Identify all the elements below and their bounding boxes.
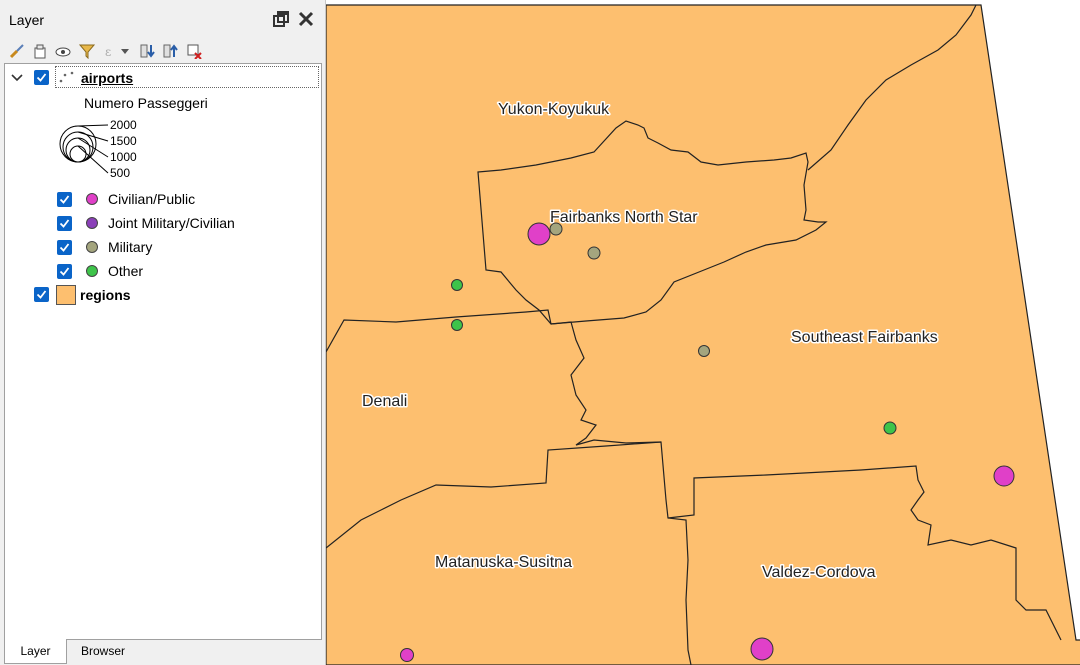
region-label-fairbanks: Fairbanks North Star: [550, 209, 698, 226]
size-legend-value: 500: [110, 166, 131, 180]
airport-point[interactable]: [451, 319, 463, 331]
category-row-military[interactable]: Military: [57, 235, 317, 259]
expression-filter-icon[interactable]: ε: [101, 40, 121, 62]
region-label-denali: Denali: [362, 393, 407, 410]
category-label: Civilian/Public: [108, 191, 196, 207]
map-canvas[interactable]: Yukon-Koyukuk Fairbanks North Star South…: [325, 0, 1080, 665]
layer-toolbar: ε: [5, 40, 323, 62]
category-label: Other: [108, 263, 144, 279]
panel-titlebar: Layer: [0, 0, 325, 38]
military-dot-icon: [86, 241, 98, 253]
panel-title: Layer: [9, 12, 45, 28]
airport-point[interactable]: [451, 279, 463, 291]
layer-panel: Layer ε airports Numero Passeggeri 2000 …: [0, 0, 325, 665]
tab-browser[interactable]: Browser: [68, 639, 138, 663]
expand-all-icon[interactable]: [138, 40, 158, 62]
other-dot-icon: [86, 265, 98, 277]
airport-point[interactable]: [698, 345, 710, 357]
region-label-yukon: Yukon-Koyukuk: [498, 101, 610, 118]
chevron-down-icon[interactable]: [10, 71, 24, 88]
airport-point[interactable]: [400, 648, 414, 662]
size-legend-value: 1000: [110, 150, 137, 164]
layer-tree: airports Numero Passeggeri 2000 1500 100…: [4, 63, 322, 640]
airport-point[interactable]: [993, 465, 1015, 487]
region-label-valdez: Valdez-Cordova: [762, 564, 876, 581]
airport-point[interactable]: [527, 222, 551, 246]
svg-text:ε: ε: [105, 45, 111, 59]
civilian-dot-icon: [86, 193, 98, 205]
add-group-icon[interactable]: [30, 40, 50, 62]
region-label-southeast: Southeast Fairbanks: [791, 329, 938, 346]
airport-point[interactable]: [883, 421, 897, 435]
tab-layer[interactable]: Layer: [4, 639, 67, 664]
layer-row-regions[interactable]: regions: [5, 283, 319, 307]
size-legend-value: 1500: [110, 134, 137, 148]
style-brush-icon[interactable]: [7, 40, 27, 62]
dropdown-arrow-icon[interactable]: [119, 40, 131, 62]
close-icon[interactable]: [296, 9, 316, 29]
category-label: Joint Military/Civilian: [108, 215, 235, 231]
size-legend-value: 2000: [110, 118, 137, 132]
category-row-other[interactable]: Other: [57, 259, 317, 283]
float-panel-icon[interactable]: [271, 9, 291, 29]
category-checkbox[interactable]: [57, 263, 72, 279]
airport-point[interactable]: [587, 246, 601, 260]
category-checkbox[interactable]: [57, 215, 72, 231]
joint-dot-icon: [86, 217, 98, 229]
selection-focus: [55, 66, 319, 88]
category-label: Military: [108, 239, 153, 255]
category-row-joint[interactable]: Joint Military/Civilian: [57, 211, 317, 235]
remove-layer-icon[interactable]: [184, 40, 204, 62]
category-row-civilian[interactable]: Civilian/Public: [57, 187, 317, 211]
panel-tabs: Layer Browser: [0, 639, 325, 665]
eye-visibility-icon[interactable]: [53, 40, 73, 62]
airport-point[interactable]: [549, 222, 563, 236]
airports-checkbox[interactable]: [34, 70, 49, 85]
airport-point[interactable]: [750, 637, 774, 661]
layer-row-airports[interactable]: airports: [5, 66, 319, 90]
region-label-matanuska: Matanuska-Susitna: [435, 554, 572, 571]
layer-name-regions: regions: [80, 287, 131, 303]
filter-icon[interactable]: [77, 40, 97, 62]
collapse-all-icon[interactable]: [161, 40, 181, 62]
category-checkbox[interactable]: [57, 191, 72, 207]
size-legend-title: Numero Passeggeri: [84, 95, 208, 111]
regions-checkbox[interactable]: [34, 287, 49, 302]
polygon-swatch-icon: [56, 285, 76, 305]
category-checkbox[interactable]: [57, 239, 72, 255]
